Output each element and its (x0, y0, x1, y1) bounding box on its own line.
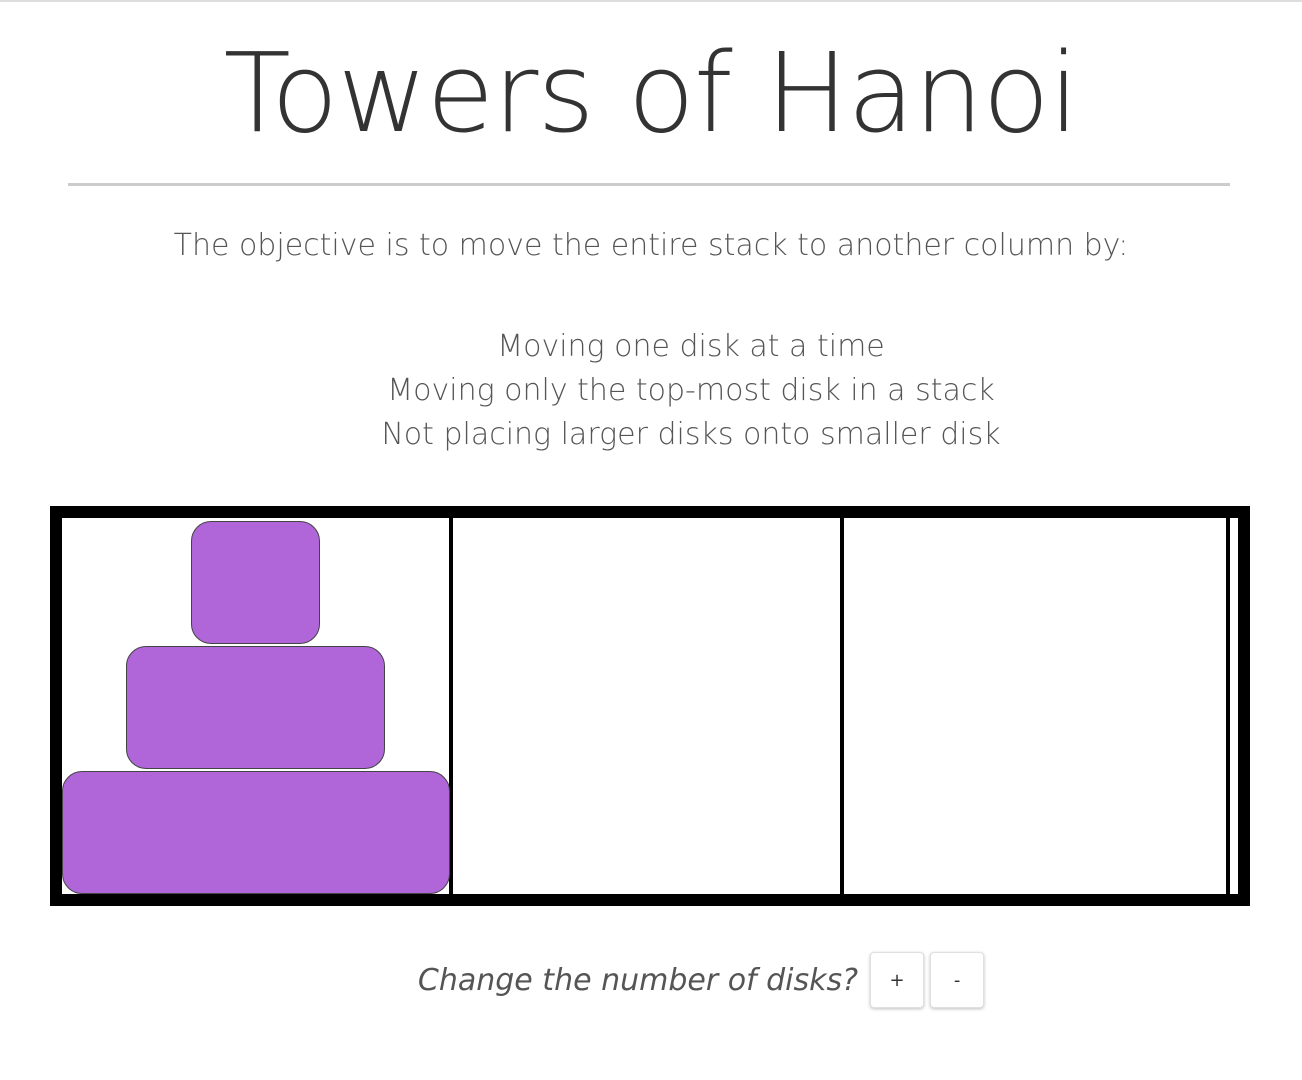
rules-list: Moving one disk at a time Moving only th… (40, 325, 1302, 457)
objective-text: The objective is to move the entire stac… (173, 228, 1129, 263)
page-title: Towers of Hanoi (223, 29, 1080, 157)
disk-2[interactable] (126, 646, 385, 769)
rule-item: Moving only the top-most disk in a stack (387, 373, 995, 408)
tower-1[interactable] (61, 518, 453, 894)
tower-2[interactable] (453, 518, 844, 894)
title-divider (68, 183, 1230, 186)
disk-controls: Change the number of disks? + - (0, 952, 1302, 1008)
top-divider (0, 0, 1302, 2)
add-disk-button[interactable]: + (870, 952, 925, 1008)
rule-item: Moving one disk at a time (497, 329, 885, 364)
disk-1[interactable] (191, 521, 320, 644)
tower-3[interactable] (844, 518, 1230, 894)
disk-3[interactable] (61, 771, 450, 894)
board-area (61, 518, 1238, 894)
rule-item: Not placing larger disks onto smaller di… (381, 417, 1001, 452)
disk-count-label: Change the number of disks? (417, 962, 859, 998)
remove-disk-button[interactable]: - (930, 952, 985, 1008)
game-board (50, 506, 1250, 906)
